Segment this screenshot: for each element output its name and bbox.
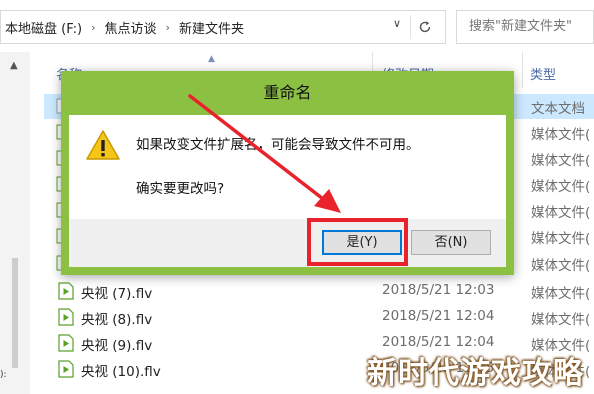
navigation-pane-scrollbar[interactable]: ▲ ): — [0, 52, 30, 394]
column-divider[interactable] — [522, 52, 523, 88]
video-file-icon — [58, 334, 74, 352]
scrollbar-thumb[interactable] — [12, 258, 18, 368]
file-type: 媒体文件( — [531, 231, 591, 247]
warning-icon — [86, 130, 120, 160]
refresh-icon — [419, 21, 431, 33]
breadcrumb-drive[interactable]: 本地磁盘 (F:) — [1, 18, 86, 37]
file-name[interactable]: 央视 (10).flv — [81, 360, 161, 380]
file-type: 媒体文件( — [531, 179, 591, 195]
file-type: 媒体文件( — [531, 286, 591, 302]
chevron-down-icon[interactable]: ∨ — [393, 17, 401, 30]
dialog-message: 如果改变文件扩展名，可能会导致文件不可用。 — [136, 137, 420, 153]
file-type: 媒体文件( — [531, 258, 591, 274]
column-header-type[interactable]: 类型 — [530, 64, 556, 83]
dialog-title[interactable]: 重命名 — [61, 71, 514, 115]
nav-pane-text: ): — [0, 370, 7, 380]
file-row[interactable]: 央视 (8).flv 2018/5/21 12:04 媒体文件( — [44, 305, 594, 330]
video-file-icon — [58, 308, 74, 326]
file-type: 媒体文件( — [531, 127, 591, 143]
highlight-box — [307, 218, 408, 266]
file-name[interactable]: 央视 (9).flv — [81, 334, 152, 354]
dialog-question: 确实要更改吗? — [136, 181, 225, 197]
video-file-icon — [58, 282, 74, 300]
refresh-button[interactable] — [410, 15, 439, 39]
breadcrumb-separator-icon[interactable]: › — [86, 21, 100, 34]
file-type: 文本文档 — [531, 101, 585, 117]
file-row[interactable]: 央视 (7).flv 2018/5/21 12:03 媒体文件( — [44, 279, 594, 304]
scroll-up-icon[interactable]: ▲ — [10, 60, 18, 71]
breadcrumb-folder-focus[interactable]: 焦点访谈 — [101, 18, 161, 37]
file-type: 媒体文件( — [531, 312, 591, 328]
file-name[interactable]: 央视 (7).flv — [81, 282, 152, 302]
file-name[interactable]: 央视 (8).flv — [81, 308, 152, 328]
file-date: 2018/5/21 12:03 — [382, 282, 495, 298]
address-bar[interactable]: 本地磁盘 (F:) › 焦点访谈 › 新建文件夹 ∨ — [0, 10, 446, 44]
breadcrumb-folder-new[interactable]: 新建文件夹 — [175, 18, 248, 37]
file-date: 2018/5/21 12:04 — [382, 308, 495, 324]
dialog-body: 如果改变文件扩展名，可能会导致文件不可用。 确实要更改吗? — [69, 115, 506, 219]
dialog-footer: 是(Y) 否(N) — [69, 219, 506, 267]
video-file-icon — [58, 360, 74, 378]
file-type: 媒体文件( — [531, 205, 591, 221]
breadcrumb-separator-icon[interactable]: › — [161, 21, 175, 34]
rename-dialog: 重命名 如果改变文件扩展名，可能会导致文件不可用。 确实要更改吗? 是(Y) 否… — [61, 71, 514, 275]
watermark: 新时代游戏攻略 — [367, 356, 584, 391]
no-button[interactable]: 否(N) — [411, 230, 491, 255]
file-type: 媒体文件( — [531, 153, 591, 169]
search-input[interactable]: 搜索"新建文件夹" — [456, 10, 594, 44]
sort-up-icon: ▲ — [208, 54, 215, 64]
